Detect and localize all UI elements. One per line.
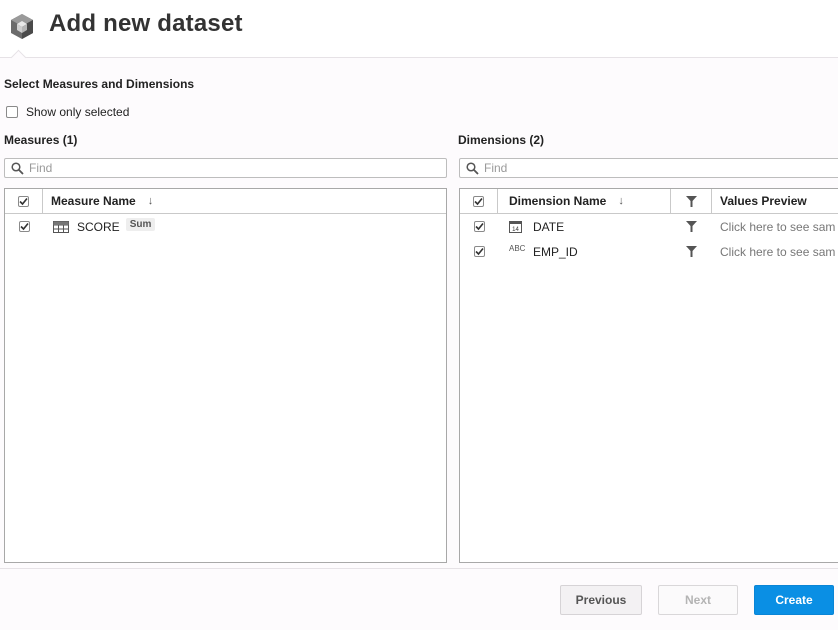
values-preview-link[interactable]: Click here to see sam [712,245,835,259]
filter-icon[interactable] [685,246,697,257]
measures-find-box[interactable] [4,158,447,178]
dimensions-select-all-checkbox[interactable] [473,195,484,207]
measure-name-cell: SCORE Sum [43,214,156,239]
sort-arrow-icon[interactable]: ↓ [618,195,624,207]
section-title: Select Measures and Dimensions [4,77,195,91]
row-checkbox[interactable] [473,221,485,232]
dimension-name-cell: 14 DATE [498,214,670,239]
measure-icon [53,220,71,233]
checkmark-icon [474,222,484,231]
table-row[interactable]: SCORE Sum [5,214,446,239]
values-preview-column-header[interactable]: Values Preview [712,194,807,208]
values-preview-link[interactable]: Click here to see sam [712,220,835,234]
dimension-name: DATE [533,219,565,234]
sort-arrow-icon[interactable]: ↓ [148,195,154,207]
row-checkbox[interactable] [473,246,485,257]
row-checkbox-cell [460,239,498,264]
row-checkbox-cell [460,214,498,239]
dialog-footer: Previous Next Create [0,568,838,630]
dimension-name-header-label: Dimension Name [509,194,607,208]
dimensions-search-input[interactable] [484,161,814,175]
svg-text:14: 14 [512,227,519,233]
measures-title: Measures (1) [4,133,78,147]
measures-select-all-checkbox[interactable] [18,195,29,207]
measure-name-header-label: Measure Name [51,194,136,208]
checkmark-icon [474,197,483,205]
filter-icon [685,195,697,207]
table-row[interactable]: 14 DATE Click here to see sam [460,214,838,239]
aggregation-badge[interactable]: Sum [125,218,156,231]
search-icon [466,161,479,175]
checkmark-icon [474,247,484,256]
checkmark-icon [19,222,29,231]
measure-name-column-header[interactable]: Measure Name ↓ [43,189,243,213]
calendar-icon: 14 [509,220,527,233]
next-button[interactable]: Next [658,585,738,615]
dimensions-table-header: Dimension Name ↓ Values Preview [460,189,838,214]
dimension-name-cell: ABC EMP_ID [498,239,670,264]
measures-search-input[interactable] [29,161,404,175]
dialog-header: Add new dataset [0,0,838,66]
dimensions-find-box[interactable] [459,158,838,178]
row-filter-cell[interactable] [670,214,712,239]
row-filter-cell[interactable] [670,239,712,264]
row-checkbox[interactable] [18,221,30,232]
measure-name: SCORE [77,219,120,234]
measures-table-header: Measure Name ↓ [5,189,446,214]
dimension-name-column-header[interactable]: Dimension Name ↓ [498,189,670,213]
measures-select-all-cell [5,189,43,213]
dimension-name: EMP_ID [533,244,578,259]
page-title: Add new dataset [49,10,243,37]
filter-column-header[interactable] [670,189,712,213]
filter-icon[interactable] [685,221,697,232]
search-icon [11,161,24,175]
row-checkbox-cell [5,214,43,239]
header-notch [10,49,27,66]
table-row[interactable]: ABC EMP_ID Click here to see sam [460,239,838,264]
dataset-cube-icon [11,14,33,39]
dimensions-select-all-cell [460,189,498,213]
text-type-icon: ABC [509,244,526,253]
measures-table: Measure Name ↓ SCORE Sum [4,188,447,563]
show-only-selected-toggle[interactable]: Show only selected [6,105,129,119]
dimensions-title: Dimensions (2) [458,133,545,147]
show-only-selected-checkbox[interactable] [6,106,18,118]
dimensions-table: Dimension Name ↓ Values Preview 14 DATE … [459,188,838,563]
create-button[interactable]: Create [754,585,834,615]
show-only-selected-label: Show only selected [26,105,130,119]
checkmark-icon [19,197,28,205]
previous-button[interactable]: Previous [560,585,642,615]
